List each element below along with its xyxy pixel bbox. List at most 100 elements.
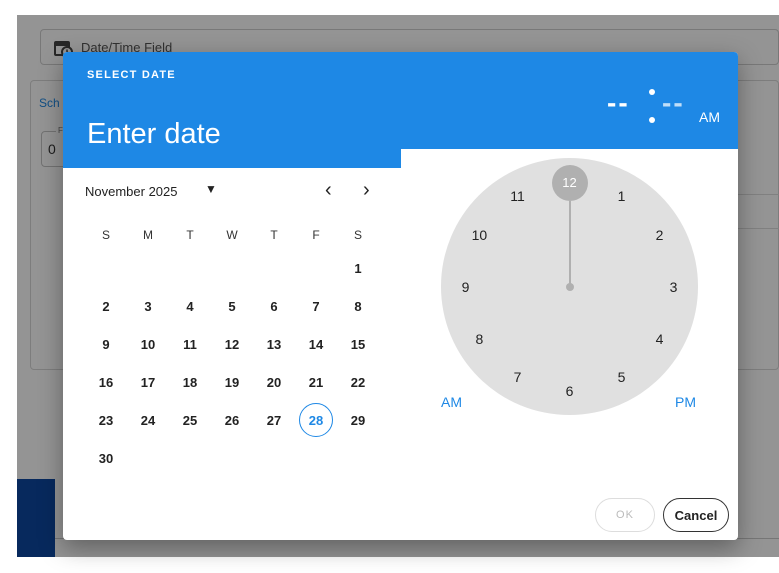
calendar-grid: SMTWTFS 1 2 3 4 5 6 7 8 9 10 11 12 13 14 15 16 17 18 19 20 2… bbox=[85, 221, 379, 477]
time-header: -- -- AM bbox=[401, 52, 738, 149]
calendar-day[interactable]: 28 bbox=[295, 403, 337, 437]
calendar-empty-cell bbox=[211, 251, 253, 285]
time-period[interactable]: AM bbox=[699, 109, 720, 125]
calendar-day[interactable]: 2 bbox=[85, 289, 127, 323]
calendar-day[interactable]: 9 bbox=[85, 327, 127, 361]
calendar-day[interactable]: 20 bbox=[253, 365, 295, 399]
calendar-day[interactable]: 5 bbox=[211, 289, 253, 323]
calendar-day-label bbox=[215, 441, 249, 475]
calendar-day-label: 8 bbox=[354, 298, 362, 314]
clock-number[interactable]: 11 bbox=[503, 186, 533, 206]
calendar-day-label: 23 bbox=[98, 412, 114, 428]
datetime-picker-dialog: SELECT DATE Enter date -- -- AM November… bbox=[63, 52, 738, 540]
calendar-empty-cell bbox=[127, 441, 169, 475]
prev-month-icon[interactable]: ‹ bbox=[325, 179, 332, 202]
time-colon-dot bbox=[649, 117, 655, 123]
clock-number[interactable]: 8 bbox=[464, 329, 494, 349]
calendar-day[interactable]: 11 bbox=[169, 327, 211, 361]
calendar-week-row: 1 bbox=[85, 249, 379, 287]
calendar-day[interactable]: 27 bbox=[253, 403, 295, 437]
calendar-day[interactable]: 16 bbox=[85, 365, 127, 399]
calendar-day-label: 2 bbox=[102, 298, 110, 314]
clock-number[interactable]: 2 bbox=[645, 225, 675, 245]
clock-number[interactable]: 10 bbox=[464, 225, 494, 245]
calendar-day[interactable]: 10 bbox=[127, 327, 169, 361]
clock-number[interactable]: 3 bbox=[659, 277, 689, 297]
calendar-day[interactable]: 21 bbox=[295, 365, 337, 399]
ok-button[interactable]: OK bbox=[595, 498, 655, 532]
weekday-label: S bbox=[353, 228, 362, 242]
calendar-day[interactable]: 23 bbox=[85, 403, 127, 437]
calendar-day-label: 22 bbox=[350, 374, 366, 390]
clock-hand bbox=[568, 200, 571, 287]
clock-number[interactable]: 7 bbox=[503, 367, 533, 387]
calendar-day[interactable]: 26 bbox=[211, 403, 253, 437]
calendar-day-label: 27 bbox=[266, 412, 282, 428]
calendar-day[interactable]: 3 bbox=[127, 289, 169, 323]
calendar-week-row: 16 17 18 19 20 21 22 bbox=[85, 363, 379, 401]
calendar-day-label bbox=[257, 441, 291, 475]
calendar-day[interactable]: 14 bbox=[295, 327, 337, 361]
calendar-day[interactable]: 24 bbox=[127, 403, 169, 437]
calendar-day-label: 26 bbox=[224, 412, 240, 428]
calendar-day[interactable]: 30 bbox=[85, 441, 127, 475]
clock-number[interactable]: 1 bbox=[607, 186, 637, 206]
weekday-label: M bbox=[143, 228, 153, 242]
calendar-day-label: 15 bbox=[350, 336, 366, 352]
calendar-day-label: 11 bbox=[183, 336, 197, 352]
calendar-day[interactable]: 12 bbox=[211, 327, 253, 361]
calendar-day[interactable]: 4 bbox=[169, 289, 211, 323]
clock-number[interactable]: 5 bbox=[607, 367, 637, 387]
calendar-empty-cell bbox=[253, 441, 295, 475]
calendar-day[interactable]: 25 bbox=[169, 403, 211, 437]
calendar-empty-cell bbox=[295, 251, 337, 285]
month-dropdown-icon[interactable]: ▼ bbox=[205, 182, 217, 196]
calendar-day-label bbox=[215, 251, 249, 285]
weekday-label: S bbox=[101, 228, 110, 242]
calendar-day-label bbox=[341, 441, 375, 475]
calendar-day[interactable]: 17 bbox=[127, 365, 169, 399]
clock-face[interactable]: 12 1 2 3 4 5 6 7 8 9 10 11 bbox=[441, 158, 698, 415]
time-hours[interactable]: -- bbox=[607, 89, 630, 117]
clock-number[interactable]: 6 bbox=[555, 381, 585, 401]
calendar-day-label: 24 bbox=[140, 412, 156, 428]
clock-number[interactable]: 9 bbox=[451, 277, 481, 297]
calendar-day-label: 25 bbox=[182, 412, 198, 428]
clock-selected-marker[interactable]: 12 bbox=[551, 164, 588, 201]
calendar-month-label[interactable]: November 2025 bbox=[85, 184, 178, 199]
calendar-day-label: 16 bbox=[98, 374, 114, 390]
calendar-day[interactable]: 6 bbox=[253, 289, 295, 323]
calendar-day[interactable]: 8 bbox=[337, 289, 379, 323]
calendar-empty-cell bbox=[253, 251, 295, 285]
calendar-day-label bbox=[131, 251, 165, 285]
calendar-day[interactable]: 19 bbox=[211, 365, 253, 399]
calendar-day[interactable]: 1 bbox=[337, 251, 379, 285]
calendar-empty-cell bbox=[127, 251, 169, 285]
calendar-day-label: 19 bbox=[224, 374, 240, 390]
calendar-day[interactable]: 15 bbox=[337, 327, 379, 361]
calendar-day-label: 14 bbox=[308, 336, 324, 352]
calendar-day[interactable]: 29 bbox=[337, 403, 379, 437]
calendar-day-label bbox=[89, 251, 123, 285]
calendar-day[interactable]: 7 bbox=[295, 289, 337, 323]
calendar-day-label: 18 bbox=[182, 374, 198, 390]
calendar-week-row: 9 10 11 12 13 14 15 bbox=[85, 325, 379, 363]
time-minutes[interactable]: -- bbox=[662, 89, 685, 117]
am-button[interactable]: AM bbox=[441, 394, 462, 410]
calendar-day-label: 30 bbox=[98, 450, 114, 466]
date-header-value[interactable]: Enter date bbox=[87, 118, 221, 151]
calendar-day[interactable]: 13 bbox=[253, 327, 295, 361]
next-month-icon[interactable]: › bbox=[363, 179, 370, 202]
time-colon-dot bbox=[649, 89, 655, 95]
calendar-day-label: 29 bbox=[350, 412, 366, 428]
calendar-day[interactable]: 22 bbox=[337, 365, 379, 399]
calendar-day-label: 20 bbox=[266, 374, 282, 390]
calendar-day-label bbox=[299, 251, 333, 285]
date-header-label: SELECT DATE bbox=[87, 69, 176, 81]
calendar-day-label: 6 bbox=[270, 298, 278, 314]
pm-button[interactable]: PM bbox=[675, 394, 696, 410]
calendar-empty-cell bbox=[295, 441, 337, 475]
calendar-day[interactable]: 18 bbox=[169, 365, 211, 399]
clock-number[interactable]: 4 bbox=[645, 329, 675, 349]
cancel-button[interactable]: Cancel bbox=[663, 498, 729, 532]
